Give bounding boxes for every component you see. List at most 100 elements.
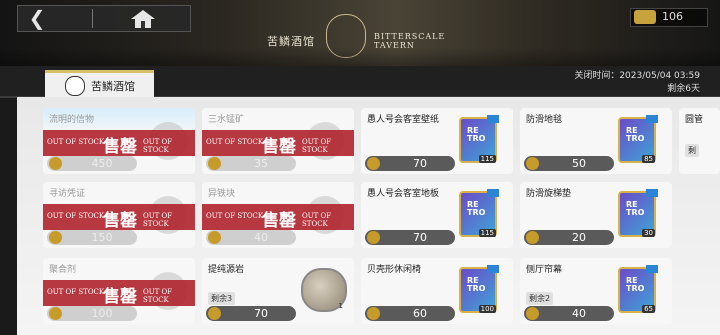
currency-counter: 106 (630, 8, 708, 27)
close-time-date: 2023/05/04 03:59 (619, 71, 700, 81)
tab-label: 苦鳞酒馆 (91, 80, 135, 93)
coin-icon (634, 10, 656, 24)
item-name: 贝壳形休闲椅 (367, 265, 422, 275)
coin-icon (526, 231, 539, 244)
nav-box: ❮ (17, 5, 191, 32)
shop-item-card[interactable]: 圆管 剩 (679, 108, 720, 174)
coin-icon (208, 157, 221, 170)
top-banner: ❮ 苦鳞酒馆 BITTERSCALE TAVERN 106 (0, 0, 720, 66)
tavern-logo: 苦鳞酒馆 BITTERSCALE TAVERN (262, 8, 462, 58)
price-bar: 70 (206, 306, 296, 321)
shop-item-card[interactable]: 愚人号会客室地板 RE TRO 115 70 (361, 182, 513, 248)
item-name: 愚人号会客室地板 (367, 189, 440, 199)
price-value: 60 (413, 307, 427, 320)
price-value: 50 (572, 157, 586, 170)
price-value: 70 (413, 231, 427, 244)
shop-item-card[interactable]: 防滑旋梯垫 RE TRO 30 20 (520, 182, 672, 248)
price-value: 70 (254, 307, 268, 320)
shop-item-card[interactable]: 三水锰矿 OUT OF STOCK 售罄 OUT OF STOCK 35 (202, 108, 354, 174)
tab-bitterscale-tavern[interactable]: 苦鳞酒馆 (45, 70, 154, 100)
currency-value: 106 (662, 10, 683, 23)
coin-icon (49, 231, 62, 244)
sold-out-banner: OUT OF STOCK 售罄 OUT OF STOCK (43, 280, 195, 307)
logo-cn-text: 苦鳞酒馆 (267, 35, 315, 48)
remaining-days: 剩余6天 (667, 84, 700, 94)
coin-icon (367, 231, 380, 244)
item-name: 寻访凭证 (49, 189, 86, 199)
item-name: 三水锰矿 (208, 115, 245, 125)
coin-icon (49, 157, 62, 170)
coin-icon (526, 157, 539, 170)
coin-icon (367, 307, 380, 320)
price-value: 40 (254, 231, 268, 244)
furniture-book-icon: RE TRO 30 (618, 189, 658, 237)
item-name: 圆管 (685, 115, 704, 125)
coin-icon (367, 157, 380, 170)
item-name: 侧厅帘幕 (526, 265, 563, 275)
item-count: 30 (642, 229, 655, 237)
ore-item-icon: 1 (301, 268, 347, 312)
shop-item-card[interactable]: 防滑地毯 RE TRO 85 50 (520, 108, 672, 174)
price-value: 450 (91, 157, 113, 170)
item-name: 防滑旋梯垫 (526, 189, 572, 199)
shop-item-card[interactable]: 愚人号会客室壁纸 RE TRO 115 70 (361, 108, 513, 174)
price-value: 100 (91, 307, 113, 320)
price-value: 70 (413, 157, 427, 170)
logo-en-line2: TAVERN (374, 41, 415, 50)
item-name: 防滑地毯 (526, 115, 563, 125)
item-count: 1 (338, 302, 343, 310)
shop-item-card[interactable]: 异铁块 OUT OF STOCK 售罄 OUT OF STOCK 40 (202, 182, 354, 248)
furniture-book-icon: RE TRO 115 (459, 189, 499, 237)
price-bar: 450 (47, 156, 137, 171)
item-name: 流明的信物 (49, 115, 95, 125)
shop-item-card[interactable]: 提纯源岩 剩余3 1 70 (202, 258, 354, 324)
sold-out-banner: OUT OF STOCK 售罄 OUT OF STOCK (43, 204, 195, 231)
price-bar: 20 (524, 230, 614, 245)
shop-panel: 流明的信物 OUT OF STOCK 售罄 OUT OF STOCK 450 三… (17, 97, 720, 335)
coin-icon (526, 307, 539, 320)
back-button[interactable]: ❮ (26, 7, 48, 29)
price-value: 35 (254, 157, 268, 170)
price-bar: 70 (365, 230, 455, 245)
new-badge (487, 265, 499, 273)
price-value: 150 (91, 231, 113, 244)
item-count: 115 (478, 155, 496, 163)
logo-en-line1: BITTERSCALE (374, 32, 446, 41)
item-name: 提纯源岩 (208, 265, 245, 275)
furniture-book-icon: RE TRO 65 (618, 265, 658, 313)
price-bar: 60 (365, 306, 455, 321)
furniture-book-icon: RE TRO 85 (618, 115, 658, 163)
price-value: 20 (572, 231, 586, 244)
nav-divider (92, 9, 93, 28)
furniture-book-icon: RE TRO 100 (459, 265, 499, 313)
price-bar: 150 (47, 230, 137, 245)
shop-item-card[interactable]: 寻访凭证 OUT OF STOCK 售罄 OUT OF STOCK 150 (43, 182, 195, 248)
remaining-stock: 剩余3 (208, 292, 236, 305)
shop-item-card[interactable]: 侧厅帘幕 剩余2 RE TRO 65 40 (520, 258, 672, 324)
sold-out-banner: OUT OF STOCK 售罄 OUT OF STOCK (202, 130, 354, 157)
price-bar: 70 (365, 156, 455, 171)
shop-item-card[interactable]: 贝壳形休闲椅 RE TRO 100 60 (361, 258, 513, 324)
new-badge (646, 189, 658, 197)
back-arrow-icon: ❮ (28, 6, 46, 30)
logo-en-text: BITTERSCALE TAVERN (374, 32, 445, 50)
price-bar: 40 (206, 230, 296, 245)
item-name: 异铁块 (208, 189, 236, 199)
coin-icon (208, 231, 221, 244)
shop-item-card[interactable]: 聚合剂 OUT OF STOCK 售罄 OUT OF STOCK 100 (43, 258, 195, 324)
item-name: 愚人号会客室壁纸 (367, 115, 440, 125)
furniture-book-icon: RE TRO 115 (459, 115, 499, 163)
price-bar: 100 (47, 306, 137, 321)
item-count: 85 (642, 155, 655, 163)
sold-out-banner: OUT OF STOCK 售罄 OUT OF STOCK (43, 130, 195, 157)
tavern-icon (65, 76, 85, 96)
new-badge (646, 115, 658, 123)
item-count: 100 (478, 305, 496, 313)
coin-icon (208, 307, 221, 320)
shop-item-card[interactable]: 流明的信物 OUT OF STOCK 售罄 OUT OF STOCK 450 (43, 108, 195, 174)
new-badge (487, 189, 499, 197)
logo-emblem-icon (326, 14, 366, 58)
item-name: 聚合剂 (49, 265, 77, 275)
home-icon[interactable] (130, 9, 156, 29)
coin-icon (49, 307, 62, 320)
